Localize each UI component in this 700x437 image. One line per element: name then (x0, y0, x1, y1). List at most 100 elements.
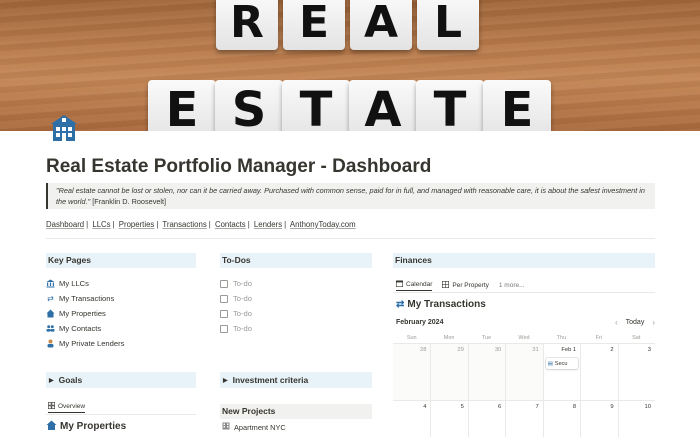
chevron-right-icon[interactable]: › (652, 318, 655, 327)
todo-checkbox[interactable] (220, 279, 228, 288)
todo-item: To-do (220, 276, 370, 291)
key-page-lenders[interactable]: My Private Lenders (46, 336, 196, 351)
calendar-day[interactable]: 7 (505, 401, 542, 437)
todo-checkbox[interactable] (220, 309, 228, 318)
separator: | (208, 220, 211, 229)
key-page-label: My Private Lenders (59, 339, 125, 348)
tab-more[interactable]: 1 more... (499, 279, 525, 291)
bank-icon (46, 279, 55, 288)
link-properties[interactable]: Properties (119, 220, 155, 229)
key-page-label: My LLCs (59, 279, 89, 288)
calendar-grid: Sun Mon Tue Wed Thu Fri Sat 28 29 30 31 … (393, 332, 655, 437)
people-icon (46, 324, 55, 333)
link-dashboard[interactable]: Dashboard (46, 220, 84, 229)
day-number: 29 (457, 347, 464, 353)
weekday-label: Sat (632, 334, 641, 341)
new-projects-heading: New Projects (220, 404, 372, 419)
day-number: 7 (535, 404, 539, 410)
todo-label[interactable]: To-do (233, 324, 252, 333)
todo-checkbox[interactable] (220, 324, 228, 333)
day-number: 4 (423, 404, 427, 410)
calendar-day[interactable]: 30 (467, 344, 506, 400)
tab-per-property[interactable]: Per Property (442, 279, 489, 291)
calendar-day[interactable]: 3 (617, 344, 655, 400)
tab-label: Calendar (406, 281, 433, 288)
key-page-label: My Contacts (59, 324, 102, 333)
day-number: 8 (572, 404, 577, 410)
table-icon (442, 280, 450, 290)
link-contacts[interactable]: Contacts (215, 220, 246, 229)
day-number: 6 (498, 404, 502, 410)
key-page-properties[interactable]: My Properties (46, 306, 196, 321)
project-item[interactable]: Apartment NYC (222, 422, 286, 432)
calendar-day[interactable]: 6 (467, 401, 505, 437)
calendar-day[interactable]: 2 (580, 344, 617, 400)
finances-view-tabs: Calendar Per Property 1 more... (396, 279, 525, 291)
letter-tile: L (417, 0, 479, 50)
calendar-week: 28 29 30 31 Feb 1 ▤ Secu 2 3 (393, 344, 655, 401)
weekday-label: Wed (518, 334, 530, 341)
calendar-day[interactable]: Feb 1 ▤ Secu (542, 344, 580, 400)
key-pages-list: My LLCs ⇄ My Transactions My Properties … (46, 276, 196, 351)
tab-label: Per Property (452, 281, 489, 289)
tab-overview[interactable]: Overview (48, 401, 86, 413)
person-icon (46, 339, 55, 348)
link-llcs[interactable]: LLCs (92, 220, 110, 229)
separator: | (284, 220, 287, 229)
calendar-icon (396, 280, 404, 289)
calendar-day[interactable]: 10 (617, 401, 655, 437)
key-pages-heading: Key Pages (46, 253, 196, 268)
investment-criteria-toggle[interactable]: ▶ Investment criteria (220, 372, 372, 388)
weekday-label: Mon (443, 334, 455, 341)
quote-author: [Franklin D. Roosevelt] (92, 197, 167, 206)
heading-text: My Properties (60, 421, 127, 432)
triangle-right-icon: ▶ (223, 377, 228, 384)
grid-icon (48, 402, 56, 411)
triangle-right-icon: ▶ (49, 377, 54, 384)
heading-text: My Transactions (407, 299, 486, 310)
calendar-day[interactable]: 4 (393, 401, 430, 437)
chevron-left-icon[interactable]: ‹ (615, 318, 618, 327)
calendar-day[interactable]: 28 (393, 344, 431, 400)
calendar-day[interactable]: 29 (430, 344, 468, 400)
letter-tile: E (283, 0, 345, 50)
page-title: Real Estate Portfolio Manager - Dashboar… (46, 156, 432, 177)
properties-view-tabs: Overview (48, 401, 86, 413)
today-button[interactable]: Today (626, 319, 645, 326)
day-number: Feb 1 (561, 347, 577, 353)
todo-label[interactable]: To-do (233, 309, 252, 318)
calendar-event[interactable]: ▤ Secu (545, 358, 578, 369)
quote-block: "Real estate cannot be lost or stolen, n… (46, 183, 655, 209)
goals-label: Goals (58, 375, 83, 385)
todo-list: To-do To-do To-do To-do (220, 276, 370, 336)
key-page-transactions[interactable]: ⇄ My Transactions (46, 291, 196, 306)
separator: | (112, 220, 115, 229)
tab-label: Overview (58, 403, 86, 410)
calendar-day[interactable]: 31 (505, 344, 543, 400)
key-page-llcs[interactable]: My LLCs (46, 276, 196, 291)
tab-calendar[interactable]: Calendar (396, 279, 433, 291)
todo-label[interactable]: To-do (233, 294, 252, 303)
event-title: Secu (554, 360, 568, 367)
calendar-day[interactable]: 9 (580, 401, 617, 437)
weekday-label: Tue (481, 334, 492, 341)
todo-checkbox[interactable] (220, 294, 228, 303)
building-icon (222, 422, 230, 432)
link-anthonytoday[interactable]: AnthonyToday.com (290, 220, 356, 229)
day-number: 31 (532, 347, 539, 353)
home-icon (46, 420, 57, 433)
link-transactions[interactable]: Transactions (162, 220, 206, 229)
day-number: 10 (644, 404, 651, 410)
house-icon[interactable] (48, 113, 80, 143)
day-number: 28 (419, 347, 427, 353)
goals-toggle[interactable]: ▶ Goals (46, 372, 196, 388)
calendar-day[interactable]: 5 (430, 401, 467, 437)
calendar-day[interactable]: 8 (542, 401, 580, 437)
todo-label[interactable]: To-do (233, 279, 252, 288)
link-lenders[interactable]: Lenders (254, 220, 282, 229)
todo-item: To-do (220, 321, 370, 336)
key-page-contacts[interactable]: My Contacts (46, 321, 196, 336)
weekday-label: Fri (595, 334, 603, 341)
home-icon (46, 309, 55, 318)
todo-item: To-do (220, 291, 370, 306)
